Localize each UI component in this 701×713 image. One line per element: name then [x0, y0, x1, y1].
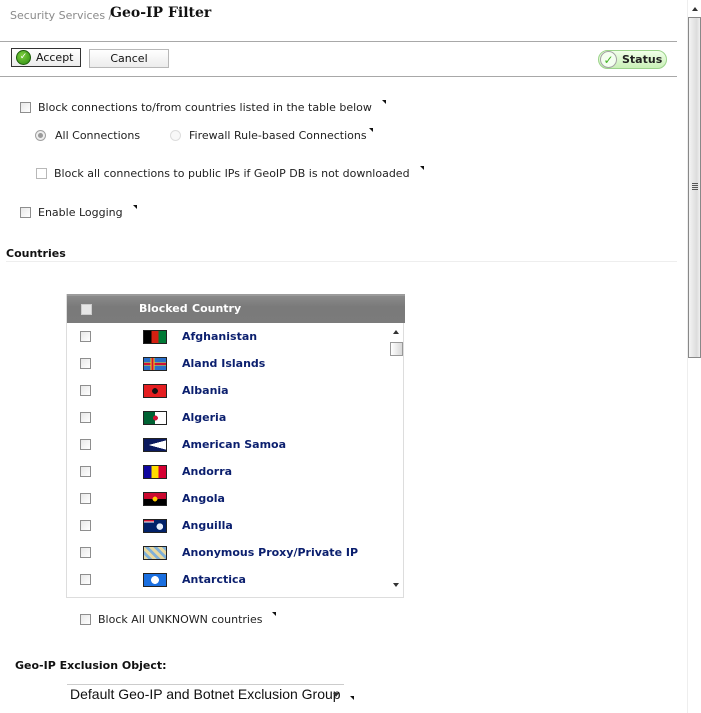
block-unknown-label: Block All UNKNOWN countries — [98, 613, 263, 626]
blocked-checkbox[interactable] — [80, 412, 91, 423]
table-row[interactable]: Antarctica — [67, 566, 389, 593]
table-scroll-thumb[interactable] — [390, 342, 403, 356]
afghanistan-flag-icon — [143, 330, 167, 344]
firewall-rule-radio[interactable] — [170, 130, 181, 141]
blocked-checkbox[interactable] — [80, 466, 91, 477]
block-unknown-row: Block All UNKNOWN countries — [80, 611, 277, 626]
help-tooltip-icon[interactable] — [350, 696, 354, 700]
table-row[interactable]: Anonymous Proxy/Private IP — [67, 539, 389, 566]
table-row[interactable]: Andorra — [67, 458, 389, 485]
algeria-flag-icon — [143, 411, 167, 425]
all-connections-label: All Connections — [55, 129, 141, 142]
country-name[interactable]: Aland Islands — [182, 357, 265, 370]
country-name[interactable]: Angola — [182, 492, 225, 505]
country-name[interactable]: Albania — [182, 384, 229, 397]
block-unknown-checkbox[interactable] — [80, 614, 91, 625]
page-scrollbar[interactable] — [687, 0, 701, 713]
country-name[interactable]: Anonymous Proxy/Private IP — [182, 546, 358, 559]
breadcrumb[interactable]: Security Services / — [10, 9, 112, 22]
andorra-flag-icon — [143, 465, 167, 479]
grip-icon — [692, 183, 698, 190]
blocked-checkbox[interactable] — [80, 547, 91, 558]
block-public-ips-row: Block all connections to public IPs if G… — [36, 165, 424, 180]
exclusion-object-value: Default Geo-IP and Botnet Exclusion Grou… — [70, 686, 341, 702]
block-connections-label: Block connections to/from countries list… — [38, 101, 372, 114]
country-name[interactable]: American Samoa — [182, 438, 286, 451]
scroll-down-arrow-icon[interactable] — [393, 583, 399, 587]
blocked-checkbox[interactable] — [80, 439, 91, 450]
help-tooltip-icon[interactable] — [419, 165, 424, 170]
column-header-country[interactable]: Country — [192, 302, 241, 315]
status-check-icon: ✓ — [600, 51, 617, 68]
toolbar-top-divider — [0, 41, 677, 42]
status-label: Status — [622, 53, 663, 66]
country-name[interactable]: Andorra — [182, 465, 232, 478]
block-connections-checkbox[interactable] — [20, 102, 31, 113]
status-button[interactable]: ✓ Status — [598, 50, 667, 69]
table-row[interactable]: Algeria — [67, 404, 389, 431]
table-row[interactable]: Albania — [67, 377, 389, 404]
blocked-checkbox[interactable] — [80, 574, 91, 585]
block-connections-row: Block connections to/from countries list… — [20, 99, 386, 114]
firewall-rule-option: Firewall Rule-based Connections — [170, 127, 373, 142]
help-tooltip-icon[interactable] — [368, 127, 373, 132]
block-public-ips-label: Block all connections to public IPs if G… — [54, 167, 410, 180]
help-tooltip-icon[interactable] — [272, 611, 277, 616]
exclusion-object-select[interactable]: Default Geo-IP and Botnet Exclusion Grou… — [67, 684, 344, 703]
column-header-blocked[interactable]: Blocked — [139, 302, 188, 315]
table-row[interactable]: Aland Islands — [67, 350, 389, 377]
all-connections-option: All Connections — [35, 129, 140, 142]
enable-logging-row: Enable Logging — [20, 204, 137, 219]
angola-flag-icon — [143, 492, 167, 506]
country-name[interactable]: Antarctica — [182, 573, 246, 586]
check-circle-icon: ✓ — [16, 50, 31, 65]
antarctica-flag-icon — [143, 573, 167, 587]
exclusion-object-label: Geo-IP Exclusion Object: — [15, 659, 167, 672]
anonymous-proxy-flag-icon — [143, 546, 167, 560]
block-public-ips-checkbox[interactable] — [36, 168, 47, 179]
select-all-checkbox[interactable] — [81, 304, 92, 315]
country-name[interactable]: Afghanistan — [182, 330, 257, 343]
blocked-checkbox[interactable] — [80, 493, 91, 504]
page-title: Geo-IP Filter — [110, 5, 212, 21]
countries-section-title: Countries — [6, 247, 66, 260]
section-divider — [6, 261, 677, 262]
cancel-button[interactable]: Cancel — [89, 49, 169, 68]
scroll-up-arrow-icon[interactable] — [393, 330, 399, 334]
table-row[interactable]: Afghanistan — [67, 323, 389, 350]
table-row[interactable]: Anguilla — [67, 512, 389, 539]
american-samoa-flag-icon — [143, 438, 167, 452]
table-row[interactable]: American Samoa — [67, 431, 389, 458]
enable-logging-checkbox[interactable] — [20, 207, 31, 218]
table-row[interactable]: Angola — [67, 485, 389, 512]
blocked-checkbox[interactable] — [80, 385, 91, 396]
toolbar-bottom-divider — [0, 76, 677, 77]
help-tooltip-icon[interactable] — [381, 99, 386, 104]
countries-table: Blocked Country Afghanistan Aland Islands… — [66, 294, 405, 598]
enable-logging-label: Enable Logging — [38, 206, 123, 219]
firewall-rule-label: Firewall Rule-based Connections — [189, 129, 367, 142]
page-scroll-up-icon[interactable] — [692, 7, 698, 11]
country-name[interactable]: Anguilla — [182, 519, 233, 532]
aland-islands-flag-icon — [143, 357, 167, 371]
country-name[interactable]: Algeria — [182, 411, 226, 424]
page-scroll-thumb[interactable] — [688, 17, 701, 358]
blocked-checkbox[interactable] — [80, 331, 91, 342]
table-scrollbar[interactable] — [389, 323, 404, 591]
all-connections-radio[interactable] — [35, 130, 46, 141]
help-tooltip-icon[interactable] — [132, 204, 137, 209]
blocked-checkbox[interactable] — [80, 520, 91, 531]
accept-button[interactable]: ✓ Accept — [11, 48, 81, 67]
albania-flag-icon — [143, 384, 167, 398]
accept-label: Accept — [36, 51, 74, 64]
chevron-down-icon — [333, 693, 339, 697]
table-header: Blocked Country — [67, 294, 405, 323]
blocked-checkbox[interactable] — [80, 358, 91, 369]
anguilla-flag-icon — [143, 519, 167, 533]
